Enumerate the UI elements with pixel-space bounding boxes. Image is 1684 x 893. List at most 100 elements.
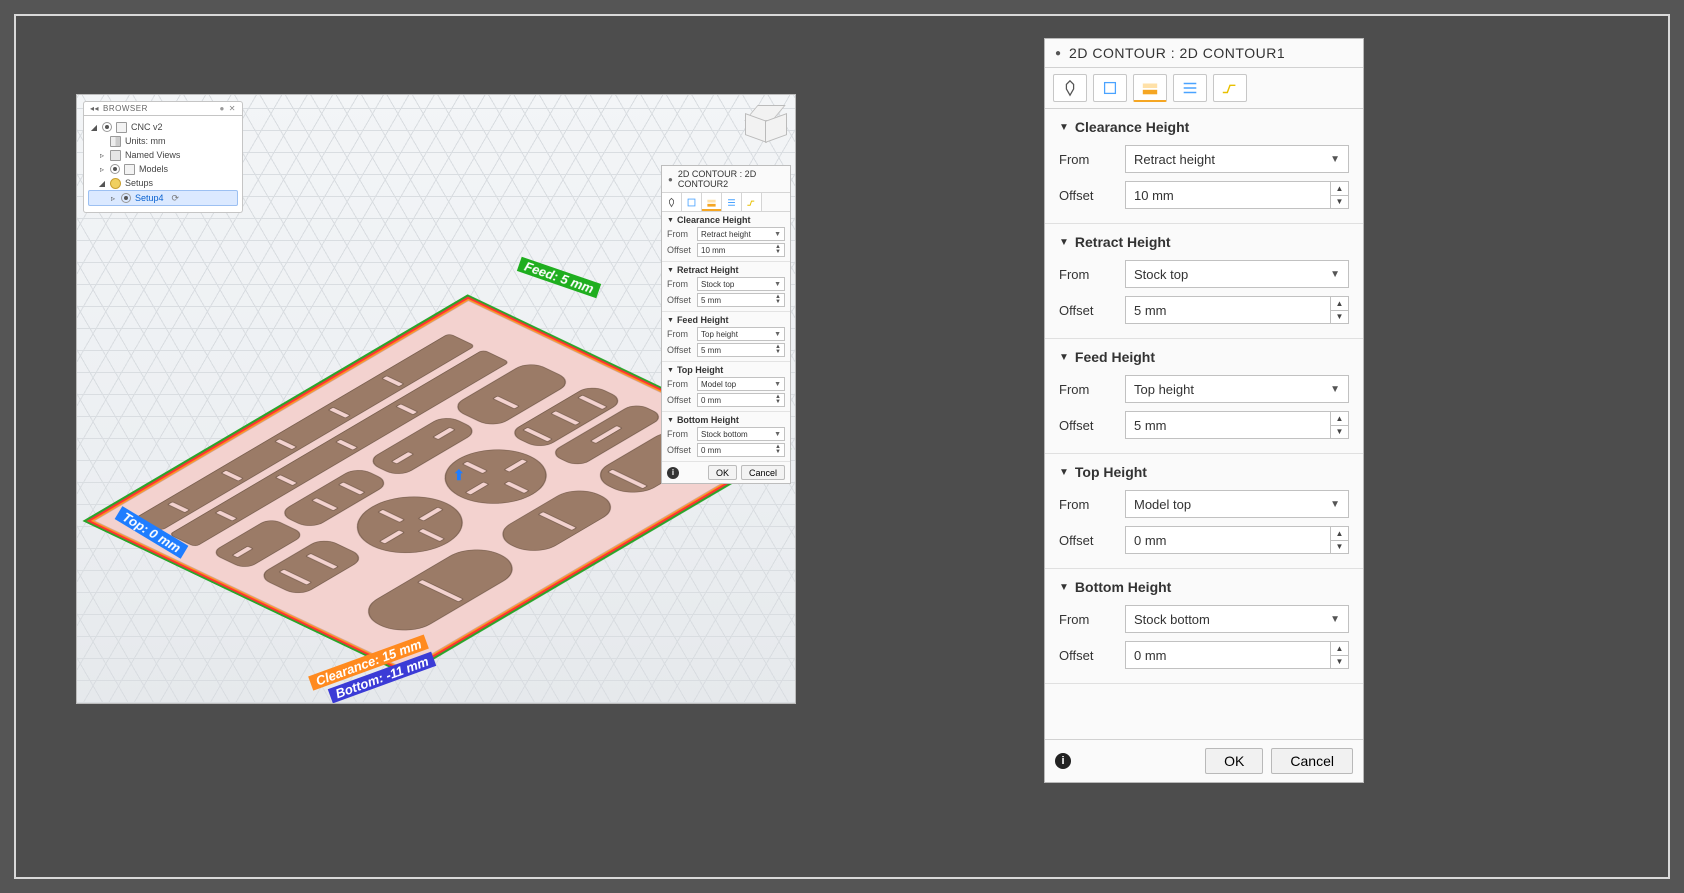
spinner-icon[interactable]: ▲▼ xyxy=(1330,182,1348,208)
spinner-icon[interactable]: ▲▼ xyxy=(1330,412,1348,438)
select-feed-from[interactable]: Top height▼ xyxy=(697,327,785,341)
browser-close-icon[interactable]: ✕ xyxy=(229,104,236,113)
close-dot-icon[interactable]: ● xyxy=(668,175,673,184)
panel-title-bar[interactable]: ● 2D CONTOUR : 2D CONTOUR1 xyxy=(1045,39,1363,68)
select-clearance-from[interactable]: Retract height▼ xyxy=(1125,145,1349,173)
twisty-icon[interactable]: ▹ xyxy=(98,151,106,160)
spinner-icon[interactable]: ▲▼ xyxy=(1330,642,1348,668)
number-top-offset[interactable]: 0 mm▲▼ xyxy=(1125,526,1349,554)
chevron-down-icon[interactable]: ▼ xyxy=(1059,467,1069,478)
select-retract-from[interactable]: Stock top▼ xyxy=(1125,260,1349,288)
tree-row-active-setup[interactable]: ▹ Setup4 ⟳ xyxy=(88,190,238,206)
chevron-down-icon[interactable]: ▼ xyxy=(1059,122,1069,133)
ok-button[interactable]: OK xyxy=(1205,748,1263,774)
spinner-icon[interactable]: ▲▼ xyxy=(775,295,781,305)
chevron-down-icon[interactable]: ▼ xyxy=(1059,237,1069,248)
number-feed-offset[interactable]: 5 mm▲▼ xyxy=(1125,411,1349,439)
section-header-top[interactable]: ▼Top Height xyxy=(667,365,785,375)
number-clearance-offset[interactable]: 10 mm▲▼ xyxy=(697,243,785,257)
twisty-icon[interactable]: ▹ xyxy=(109,194,117,203)
browser-header[interactable]: ◂◂ BROWSER ● ✕ xyxy=(83,101,243,116)
twisty-icon[interactable]: ◢ xyxy=(90,123,98,132)
spinner-icon[interactable]: ▲▼ xyxy=(775,445,781,455)
select-top-from[interactable]: Model top▼ xyxy=(1125,490,1349,518)
move-handle-icon[interactable]: ⬆ xyxy=(453,467,465,484)
tab-linking[interactable] xyxy=(1213,74,1247,102)
height-label-feed[interactable]: Feed: 5 mm xyxy=(517,257,602,299)
tree-row-named-views[interactable]: ▹ Named Views xyxy=(88,148,238,162)
chevron-down-icon[interactable]: ▼ xyxy=(1059,352,1069,363)
tree-row-units[interactable]: Units: mm xyxy=(88,134,238,148)
tab-tool[interactable] xyxy=(662,193,682,211)
chevron-down-icon[interactable]: ▼ xyxy=(667,317,674,324)
browser-options-icon[interactable]: ● xyxy=(219,104,224,113)
tab-tool[interactable] xyxy=(1053,74,1087,102)
section-header-clearance[interactable]: ▼Clearance Height xyxy=(667,215,785,225)
row-top-offset: Offset0 mm▲▼ xyxy=(1059,526,1349,554)
section-header-bottom[interactable]: ▼Bottom Height xyxy=(667,415,785,425)
spinner-icon[interactable]: ▲▼ xyxy=(775,245,781,255)
cancel-button[interactable]: Cancel xyxy=(1271,748,1353,774)
tree-label: Models xyxy=(139,164,168,174)
spinner-icon[interactable]: ▲▼ xyxy=(1330,297,1348,323)
close-dot-icon[interactable]: ● xyxy=(1055,48,1061,59)
refresh-icon[interactable]: ⟳ xyxy=(172,193,180,204)
select-bottom-from[interactable]: Stock bottom▼ xyxy=(1125,605,1349,633)
tree-row-models[interactable]: ▹ Models xyxy=(88,162,238,176)
select-top-from[interactable]: Model top▼ xyxy=(697,377,785,391)
section-header-feed[interactable]: ▼Feed Height xyxy=(667,315,785,325)
number-retract-offset[interactable]: 5 mm▲▼ xyxy=(1125,296,1349,324)
section-header-feed[interactable]: ▼Feed Height xyxy=(1059,349,1349,365)
info-icon[interactable]: i xyxy=(667,467,679,479)
section-header-retract[interactable]: ▼Retract Height xyxy=(1059,234,1349,250)
tab-geometry[interactable] xyxy=(1093,74,1127,102)
number-bottom-offset[interactable]: 0 mm▲▼ xyxy=(1125,641,1349,669)
chevron-down-icon[interactable]: ▼ xyxy=(667,217,674,224)
tab-passes[interactable] xyxy=(722,193,742,211)
row-clearance-from: FromRetract height▼ xyxy=(667,227,785,241)
section-header-top[interactable]: ▼Top Height xyxy=(1059,464,1349,480)
number-clearance-offset[interactable]: 10 mm▲▼ xyxy=(1125,181,1349,209)
number-top-offset[interactable]: 0 mm▲▼ xyxy=(697,393,785,407)
tab-geometry[interactable] xyxy=(682,193,702,211)
section-header-bottom[interactable]: ▼Bottom Height xyxy=(1059,579,1349,595)
spinner-icon[interactable]: ▲▼ xyxy=(1330,527,1348,553)
visibility-icon[interactable] xyxy=(121,193,131,203)
tree-row-setups[interactable]: ◢ Setups xyxy=(88,176,238,190)
browser-collapse-icon[interactable]: ◂◂ xyxy=(90,104,99,113)
cad-viewport[interactable]: ◂◂ BROWSER ● ✕ ◢ CNC v2 Units: mm xyxy=(76,94,796,704)
tab-heights[interactable] xyxy=(702,193,722,211)
number-bottom-offset[interactable]: 0 mm▲▼ xyxy=(697,443,785,457)
section-header-clearance[interactable]: ▼Clearance Height xyxy=(1059,119,1349,135)
tab-passes[interactable] xyxy=(1173,74,1207,102)
number-retract-offset[interactable]: 5 mm▲▼ xyxy=(697,293,785,307)
row-bottom-from: FromStock bottom▼ xyxy=(667,427,785,441)
visibility-icon[interactable] xyxy=(110,164,120,174)
select-retract-from[interactable]: Stock top▼ xyxy=(697,277,785,291)
twisty-icon[interactable]: ◢ xyxy=(98,179,106,188)
twisty-icon[interactable]: ▹ xyxy=(98,165,106,174)
mini-cancel-button[interactable]: Cancel xyxy=(741,465,785,480)
number-feed-offset[interactable]: 5 mm▲▼ xyxy=(697,343,785,357)
tab-heights[interactable] xyxy=(1133,74,1167,102)
chevron-down-icon[interactable]: ▼ xyxy=(667,367,674,374)
section-title-retract: Retract Height xyxy=(677,265,739,275)
spinner-icon[interactable]: ▲▼ xyxy=(775,345,781,355)
select-feed-from[interactable]: Top height▼ xyxy=(1125,375,1349,403)
chevron-down-icon[interactable]: ▼ xyxy=(667,267,674,274)
chevron-down-icon[interactable]: ▼ xyxy=(1059,582,1069,593)
spinner-icon[interactable]: ▲▼ xyxy=(775,395,781,405)
tree-row-root[interactable]: ◢ CNC v2 xyxy=(88,120,238,134)
section-header-retract[interactable]: ▼Retract Height xyxy=(667,265,785,275)
folder-icon xyxy=(110,150,121,161)
mini-panel-title[interactable]: ● 2D CONTOUR : 2D CONTOUR2 xyxy=(662,166,790,193)
info-icon[interactable]: i xyxy=(1055,753,1071,769)
view-cube[interactable] xyxy=(745,105,785,145)
select-clearance-from[interactable]: Retract height▼ xyxy=(697,227,785,241)
chevron-down-icon[interactable]: ▼ xyxy=(667,417,674,424)
visibility-icon[interactable] xyxy=(102,122,112,132)
select-bottom-from[interactable]: Stock bottom▼ xyxy=(697,427,785,441)
section-title-feed: Feed Height xyxy=(677,315,729,325)
mini-ok-button[interactable]: OK xyxy=(708,465,737,480)
tab-linking[interactable] xyxy=(742,193,762,211)
